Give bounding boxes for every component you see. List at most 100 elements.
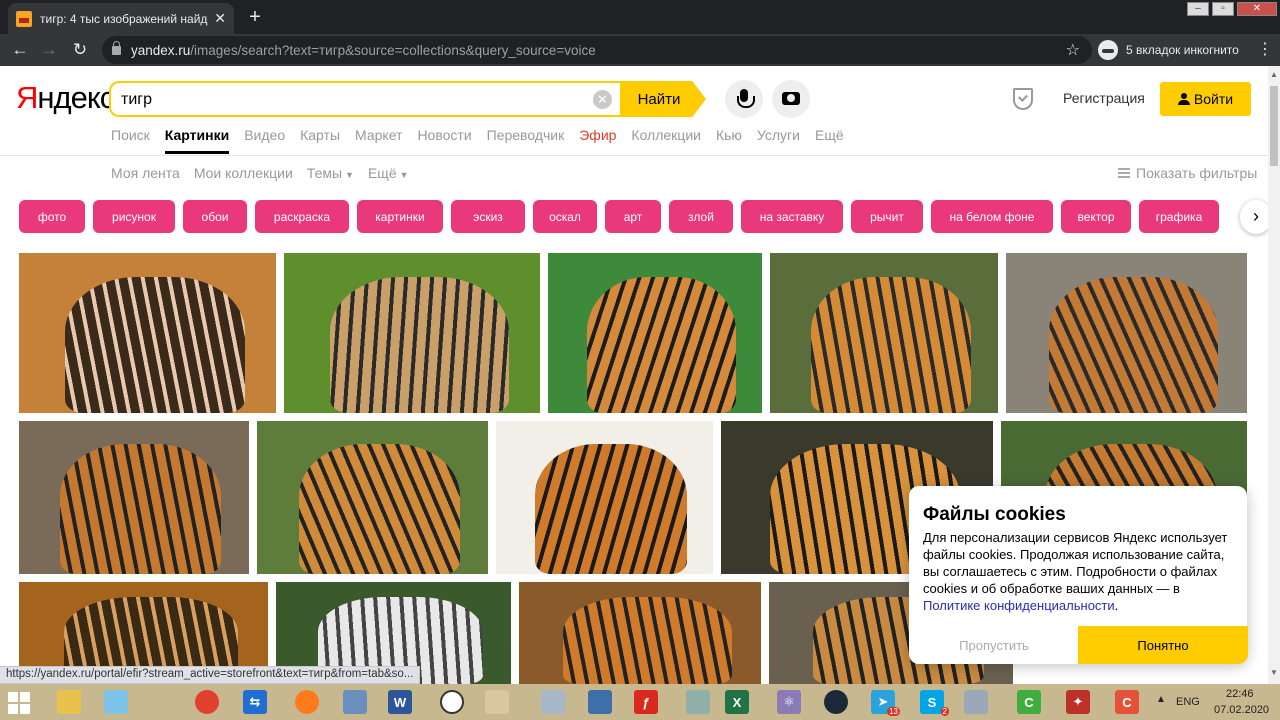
my-feed-link[interactable]: Моя лента — [111, 165, 180, 181]
taskbar-photos[interactable] — [336, 687, 374, 717]
firefox-icon — [295, 690, 319, 714]
my-collections-link[interactable]: Мои коллекции — [194, 165, 293, 181]
new-tab-button[interactable]: + — [244, 6, 266, 28]
query-chip[interactable]: злой — [669, 200, 733, 233]
forward-button[interactable]: → — [38, 39, 60, 61]
search-input[interactable] — [121, 90, 581, 110]
query-chip[interactable]: картинки — [357, 200, 443, 233]
cookie-accept-button[interactable]: Понятно — [1078, 626, 1248, 664]
bookmark-star-icon[interactable]: ☆ — [1066, 40, 1080, 60]
input-language[interactable]: ENG — [1176, 696, 1200, 708]
taskbar-firefox[interactable] — [288, 687, 326, 717]
service-link[interactable]: Картинки — [164, 127, 230, 154]
query-chip[interactable]: арт — [605, 200, 661, 233]
taskbar-monitor[interactable] — [534, 687, 572, 717]
taskbar-word[interactable]: W — [381, 687, 419, 717]
service-link[interactable]: Коллекции — [631, 127, 701, 153]
service-link[interactable]: Ещё — [815, 127, 844, 153]
service-link[interactable]: Видео — [244, 127, 285, 153]
address-bar[interactable]: yandex.ru /images/search?text=тигр&sourc… — [102, 36, 1092, 64]
taskbar-files[interactable] — [679, 687, 717, 717]
taskbar-notes[interactable] — [97, 687, 135, 717]
cookie-skip-button[interactable]: Пропустить — [909, 626, 1079, 664]
query-chip[interactable]: рисунок — [93, 200, 175, 233]
taskbar-app-c[interactable]: C — [1108, 687, 1146, 717]
maximize-button[interactable]: ▫ — [1212, 2, 1234, 16]
more-dropdown[interactable]: Ещё ▼ — [368, 165, 409, 181]
taskbar-flash[interactable]: ƒ — [627, 687, 665, 717]
taskbar-circle[interactable] — [433, 687, 471, 717]
taskbar-excel[interactable]: X — [718, 687, 756, 717]
minimize-button[interactable]: – — [1187, 2, 1209, 16]
tiger-image-result[interactable] — [496, 421, 713, 574]
tiger-image-result[interactable] — [1006, 253, 1247, 413]
microphone-icon[interactable] — [725, 80, 763, 118]
services-nav: Поиск Картинки Видео Карты Маркет Новости Пере… — [111, 127, 859, 154]
incognito-indicator[interactable]: 5 вкладок инкогнито — [1098, 39, 1239, 61]
scroll-up-arrow-icon[interactable]: ▲ — [1268, 70, 1280, 79]
scroll-down-arrow-icon[interactable]: ▼ — [1268, 668, 1280, 677]
service-link[interactable]: Переводчик — [487, 127, 565, 153]
query-chip[interactable]: обои — [183, 200, 247, 233]
taskbar-telegram[interactable]: ➤ 13 — [864, 687, 902, 717]
service-link[interactable]: Эфир — [579, 127, 616, 153]
taskbar-chrome[interactable] — [188, 687, 226, 717]
tray-expand-icon[interactable]: ▲ — [1156, 694, 1166, 705]
service-link[interactable]: Новости — [417, 127, 471, 153]
show-filters-button[interactable]: Показать фильтры — [1118, 165, 1257, 181]
close-window-button[interactable]: ✕ — [1237, 2, 1277, 16]
browser-tab[interactable]: тигр: 4 тыс изображений найде ✕ — [8, 3, 234, 34]
windows-start-icon[interactable] — [8, 692, 30, 714]
browser-menu-icon[interactable]: ⋮ — [1255, 39, 1275, 61]
tiger-shape — [811, 277, 971, 413]
query-chip[interactable]: фото — [19, 200, 85, 233]
clock-time[interactable]: 22:46 — [1226, 688, 1254, 700]
register-link[interactable]: Регистрация — [1063, 90, 1145, 106]
query-chip[interactable]: на заставку — [741, 200, 843, 233]
service-link[interactable]: Карты — [300, 127, 340, 153]
camera-icon[interactable] — [772, 80, 810, 118]
service-link[interactable]: Маркет — [355, 127, 402, 153]
query-chip[interactable]: эскиз — [451, 200, 525, 233]
taskbar-calculator[interactable] — [957, 687, 995, 717]
tiger-image-result[interactable] — [284, 253, 540, 413]
service-link[interactable]: Услуги — [757, 127, 800, 153]
query-chip[interactable]: оскал — [533, 200, 597, 233]
taskbar-atom[interactable]: ⚛ — [770, 687, 808, 717]
back-button[interactable]: ← — [9, 39, 31, 61]
find-button[interactable]: Найти — [620, 81, 706, 117]
yandex-logo[interactable]: Яндекс — [16, 80, 115, 116]
taskbar-camtasia[interactable]: C — [1010, 687, 1048, 717]
query-suggestion-chips: фото рисунок обои раскраска картинки эскиз оск… — [19, 200, 1244, 233]
scrollbar-thumb[interactable] — [1270, 86, 1278, 166]
query-chip[interactable]: раскраска — [255, 200, 349, 233]
tiger-image-result[interactable] — [548, 253, 762, 413]
tiger-image-result[interactable] — [19, 421, 249, 574]
tiger-image-result[interactable] — [519, 582, 761, 684]
query-chip[interactable]: графика — [1139, 200, 1219, 233]
service-link[interactable]: Поиск — [111, 127, 150, 153]
tab-close-icon[interactable]: ✕ — [214, 10, 226, 27]
tiger-image-result[interactable] — [257, 421, 488, 574]
taskbar-virtualbox[interactable] — [581, 687, 619, 717]
themes-dropdown[interactable]: Темы ▼ — [307, 165, 354, 181]
query-chip[interactable]: рычит — [851, 200, 923, 233]
query-chip[interactable]: вектор — [1061, 200, 1131, 233]
page-scrollbar[interactable]: ▲ ▼ — [1268, 66, 1280, 684]
privacy-policy-link[interactable]: Политике конфиденциальности — [923, 598, 1115, 613]
login-button[interactable]: Войти — [1160, 82, 1251, 116]
taskbar-steam[interactable] — [817, 687, 855, 717]
reload-button[interactable]: ↻ — [69, 39, 91, 61]
tiger-image-result[interactable] — [19, 253, 276, 413]
service-link[interactable]: Кью — [716, 127, 742, 153]
shield-icon[interactable] — [1013, 88, 1033, 110]
taskbar-filezilla[interactable]: ✦ — [1059, 687, 1097, 717]
clock-date[interactable]: 07.02.2020 — [1214, 704, 1269, 716]
taskbar-paint[interactable] — [478, 687, 516, 717]
clear-search-icon[interactable]: ✕ — [593, 90, 612, 109]
taskbar-skype[interactable]: S2 — [913, 687, 951, 717]
tiger-image-result[interactable] — [770, 253, 998, 413]
taskbar-teamviewer[interactable]: ⇆ — [236, 687, 274, 717]
taskbar-file-explorer[interactable] — [50, 687, 88, 717]
query-chip[interactable]: на белом фоне — [931, 200, 1053, 233]
